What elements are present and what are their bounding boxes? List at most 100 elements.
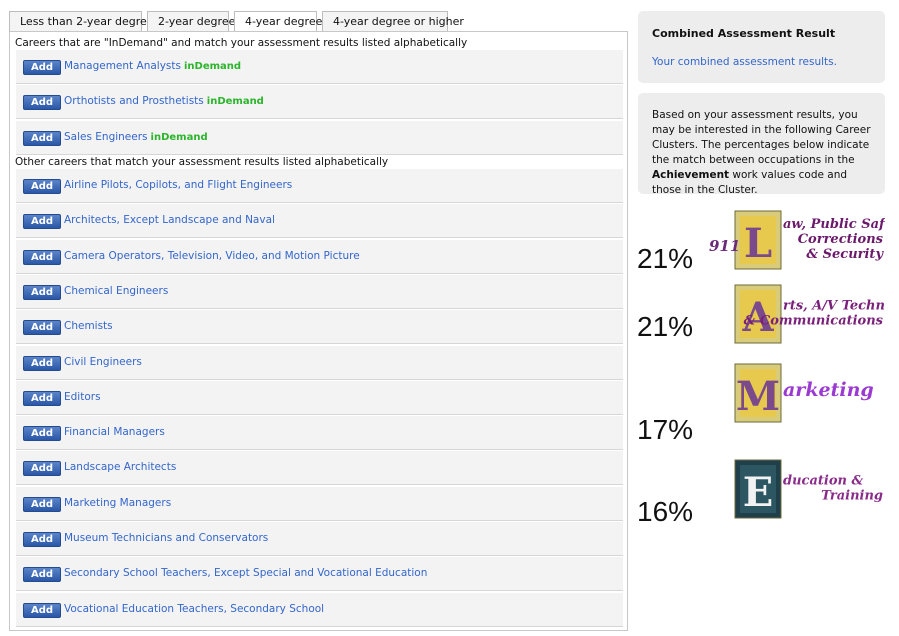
career-cluster[interactable]: 21% L911 aw, Public Safety,Corrections& Se… bbox=[637, 207, 887, 283]
indemand-badge: inDemand bbox=[206, 96, 264, 108]
career-link[interactable]: Editors bbox=[64, 391, 101, 403]
career-cluster[interactable]: 21% Arts, A/V Technology& Communications bbox=[637, 281, 887, 357]
career-row: Add Chemical Engineers bbox=[16, 274, 623, 309]
career-row: Add Management Analysts inDemand bbox=[16, 50, 623, 84]
career-name: Marketing Managers bbox=[64, 496, 172, 509]
cluster-logo: Education &Training bbox=[734, 459, 883, 519]
career-row: Add Architects, Except Landscape and Nava… bbox=[16, 204, 623, 239]
cluster-name-line: aw, Public Safety, bbox=[783, 217, 885, 232]
add-career-button[interactable]: Add bbox=[23, 461, 61, 477]
career-list-panel: Careers that are "InDemand" and match yo… bbox=[9, 31, 628, 631]
career-row: Add Sales Engineers inDemand bbox=[16, 120, 623, 155]
achievement-code: Achievement bbox=[652, 169, 730, 181]
add-career-button[interactable]: Add bbox=[23, 390, 61, 406]
add-career-button[interactable]: Add bbox=[23, 320, 61, 336]
add-career-button[interactable]: Add bbox=[23, 496, 61, 512]
career-link[interactable]: Chemical Engineers bbox=[64, 285, 168, 297]
cluster-letter: L bbox=[744, 220, 772, 267]
combined-results-link[interactable]: Your combined assessment results. bbox=[652, 56, 837, 68]
career-link[interactable]: Architects, Except Landscape and Naval bbox=[64, 214, 275, 226]
other-careers-heading: Other careers that match your assessment… bbox=[15, 156, 389, 168]
career-link[interactable]: Landscape Architects bbox=[64, 461, 176, 473]
career-clusters-intro: Based on your assessment results, you ma… bbox=[638, 93, 885, 196]
cluster-name-line: rts, A/V Technology bbox=[783, 299, 885, 314]
tab-4-year-or-higher[interactable]: 4-year degree or higher bbox=[322, 11, 464, 31]
add-career-button[interactable]: Add bbox=[23, 95, 61, 111]
career-row: Add Vocational Education Teachers, Second… bbox=[16, 592, 623, 627]
career-row: Add Camera Operators, Television, Video, … bbox=[16, 239, 623, 274]
career-name: Museum Technicians and Conservators bbox=[64, 532, 269, 544]
tab-2-year[interactable]: 2-year degree bbox=[147, 11, 235, 31]
cluster-logo: Marketing bbox=[734, 363, 874, 423]
cluster-match-percent: 17% bbox=[637, 414, 694, 445]
cluster-name-line: Training bbox=[821, 489, 883, 504]
career-name: Sales Engineers bbox=[64, 130, 148, 143]
career-name: Civil Engineers bbox=[64, 355, 142, 368]
add-career-button[interactable]: Add bbox=[23, 284, 61, 300]
cluster-name-line: & Security bbox=[806, 247, 884, 262]
add-career-button[interactable]: Add bbox=[23, 426, 61, 442]
cluster-match-percent: 16% bbox=[637, 496, 694, 527]
career-link[interactable]: Vocational Education Teachers, Secondary… bbox=[64, 603, 324, 615]
career-link[interactable]: Secondary School Teachers, Except Specia… bbox=[64, 567, 427, 579]
add-career-button[interactable]: Add bbox=[23, 179, 61, 194]
career-name: Chemists bbox=[64, 320, 113, 333]
career-name: Management Analysts bbox=[64, 60, 181, 72]
add-career-button[interactable]: Add bbox=[23, 355, 61, 371]
intro-text: Based on your assessment results, you ma… bbox=[652, 109, 871, 166]
tab-less-than-2-year[interactable]: Less than 2-year degree bbox=[9, 11, 154, 31]
indemand-badge: inDemand bbox=[150, 131, 208, 143]
cluster-logo: L911 aw, Public Safety,Corrections& Secur… bbox=[709, 210, 885, 270]
career-link[interactable]: Sales Engineers inDemand bbox=[64, 131, 208, 143]
career-row: Add Editors bbox=[16, 380, 623, 415]
add-career-button[interactable]: Add bbox=[23, 130, 61, 146]
career-name: Financial Managers bbox=[64, 426, 165, 439]
career-row: Add Museum Technicians and Conservators bbox=[16, 522, 623, 556]
career-name: Landscape Architects bbox=[64, 461, 177, 474]
cluster-name-line: & Communications bbox=[744, 314, 884, 329]
add-career-button[interactable]: Add bbox=[23, 60, 61, 75]
career-row: Add Civil Engineers bbox=[16, 345, 623, 380]
career-link[interactable]: Chemists bbox=[64, 320, 113, 332]
cluster-name-line: Corrections bbox=[798, 232, 884, 247]
cluster-name-line: arketing bbox=[783, 379, 874, 401]
career-name: Architects, Except Landscape and Naval bbox=[64, 214, 275, 227]
combined-assessment-title: Combined Assessment Result bbox=[652, 27, 836, 40]
career-cluster[interactable]: 17% Marketing bbox=[637, 360, 887, 445]
cluster-match-percent: 21% bbox=[637, 311, 694, 342]
career-row: Add Chemists bbox=[16, 310, 623, 345]
add-career-button[interactable]: Add bbox=[23, 602, 61, 618]
career-link[interactable]: Museum Technicians and Conservators bbox=[64, 532, 268, 544]
career-row: Add Airline Pilots, Copilots, and Flight … bbox=[16, 169, 623, 203]
add-career-button[interactable]: Add bbox=[23, 249, 61, 265]
career-name: Editors bbox=[64, 390, 101, 403]
career-name: Chemical Engineers bbox=[64, 284, 169, 297]
career-row: Add Orthotists and Prosthetists inDemand bbox=[16, 85, 623, 120]
career-link[interactable]: Financial Managers bbox=[64, 426, 165, 438]
career-link[interactable]: Civil Engineers bbox=[64, 356, 142, 368]
career-row: Add Landscape Architects bbox=[16, 451, 623, 486]
add-career-button[interactable]: Add bbox=[23, 567, 61, 583]
career-link[interactable]: Camera Operators, Television, Video, and… bbox=[64, 250, 360, 262]
career-row: Add Secondary School Teachers, Except Spe… bbox=[16, 557, 623, 592]
cluster-prefix: 911 bbox=[709, 237, 740, 255]
cluster-letter: M bbox=[736, 373, 780, 420]
cluster-logo: Arts, A/V Technology& Communications bbox=[734, 284, 885, 344]
career-link[interactable]: Management Analysts inDemand bbox=[64, 60, 241, 72]
combined-assessment-box: Combined Assessment Result Your combined… bbox=[638, 11, 885, 83]
career-cluster[interactable]: 16% Education & Training bbox=[637, 456, 887, 532]
career-link[interactable]: Orthotists and Prosthetists inDemand bbox=[64, 95, 264, 107]
career-name: Airline Pilots, Copilots, and Flight Eng… bbox=[64, 179, 293, 191]
tab-4-year[interactable]: 4-year degree bbox=[234, 11, 322, 32]
degree-tabs: Less than 2-year degree 2-year degree 4-… bbox=[9, 11, 464, 32]
cluster-letter: E bbox=[743, 469, 774, 516]
career-link[interactable]: Marketing Managers bbox=[64, 497, 171, 509]
indemand-heading: Careers that are "InDemand" and match yo… bbox=[15, 37, 468, 49]
indemand-badge: inDemand bbox=[183, 61, 242, 72]
add-career-button[interactable]: Add bbox=[23, 532, 61, 547]
career-link[interactable]: Airline Pilots, Copilots, and Flight Eng… bbox=[64, 179, 292, 191]
career-name: Camera Operators, Television, Video, and… bbox=[64, 249, 360, 262]
add-career-button[interactable]: Add bbox=[23, 214, 61, 230]
career-name: Secondary School Teachers, Except Specia… bbox=[64, 567, 428, 580]
career-row: Add Financial Managers bbox=[16, 416, 623, 451]
